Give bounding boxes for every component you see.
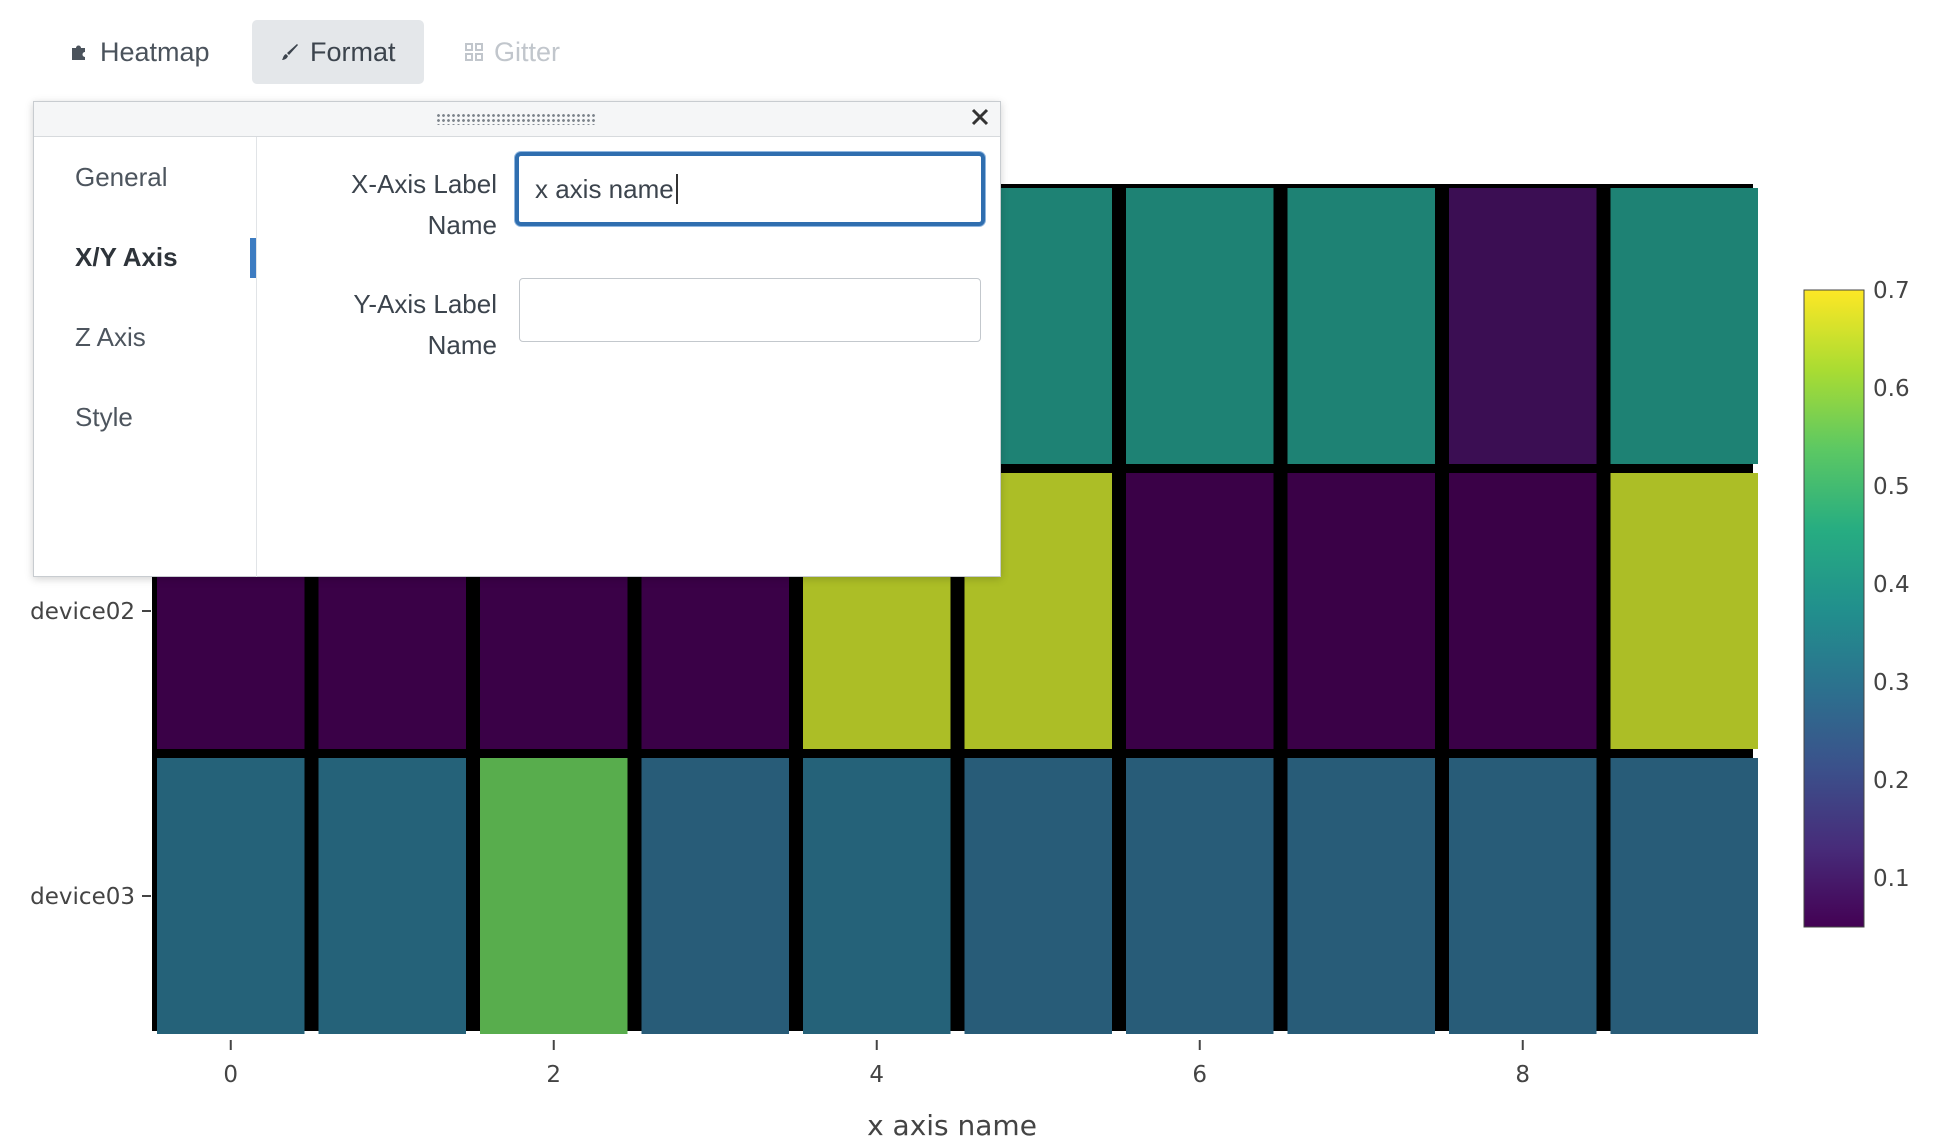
heatmap-cell: [318, 758, 466, 1034]
heatmap-cell: [1610, 758, 1758, 1034]
text-caret: [675, 174, 678, 204]
colorbar: [1803, 289, 1865, 928]
heatmap-cell: [157, 758, 305, 1034]
colorbar-tick-label: 0.7: [1873, 278, 1910, 304]
heatmap-cell: [1126, 473, 1274, 749]
heatmap-cell: [641, 758, 789, 1034]
x-axis-label-value: x axis name: [535, 173, 674, 204]
heatmap-cell: [1287, 473, 1435, 749]
x-axis-title: x axis name: [867, 1109, 1037, 1142]
x-tick-label: 8: [1515, 1062, 1530, 1088]
colorbar-tick-label: 0.1: [1873, 866, 1910, 892]
heatmap-cell: [1287, 758, 1435, 1034]
colorbar-tick-label: 0.5: [1873, 474, 1910, 500]
close-icon: [970, 107, 990, 132]
nav-active-indicator: [250, 238, 256, 278]
heatmap-cell: [1126, 758, 1274, 1034]
heatmap-cell: [1126, 188, 1274, 464]
nav-item-general[interactable]: General: [75, 162, 168, 193]
x-tick-label: 0: [223, 1062, 238, 1088]
heatmap-cell: [1287, 188, 1435, 464]
format-panel: General X/Y Axis Z Axis Style X-Axis Lab…: [33, 101, 1001, 577]
close-button[interactable]: [966, 105, 994, 133]
panel-header: [34, 102, 1000, 137]
x-tick-label: 6: [1192, 1062, 1207, 1088]
heatmap-cell: [480, 758, 628, 1034]
y-label-caption-line2: Name: [427, 330, 497, 360]
heatmap-cell: [1449, 758, 1597, 1034]
y-tick-label: device03: [30, 884, 135, 910]
nav-item-xy-axis[interactable]: X/Y Axis: [75, 242, 178, 273]
colorbar-tick-label: 0.6: [1873, 376, 1910, 402]
colorbar-tick-label: 0.2: [1873, 768, 1910, 794]
nav-item-style[interactable]: Style: [75, 402, 133, 433]
nav-item-z-axis[interactable]: Z Axis: [75, 322, 146, 353]
drag-handle[interactable]: [436, 113, 596, 125]
heatmap-cell: [803, 758, 951, 1034]
y-axis-ticks: device02 device03: [30, 599, 151, 910]
x-label-caption-line2: Name: [427, 210, 497, 240]
x-tick-label: 4: [869, 1062, 884, 1088]
y-label-caption-line1: Y-Axis Label: [353, 289, 497, 319]
x-label-caption-line1: X-Axis Label: [351, 169, 497, 199]
panel-nav: General X/Y Axis Z Axis Style: [34, 137, 257, 577]
y-axis-label-caption: Y-Axis Label Name: [287, 284, 497, 366]
x-axis-label-input[interactable]: x axis name: [515, 152, 985, 226]
colorbar-ticks: 0.1 0.2 0.3 0.4 0.5 0.6 0.7: [1873, 278, 1910, 892]
x-axis-ticks: 0 2 4 6 8: [223, 1040, 1530, 1088]
y-axis-label-input[interactable]: [519, 278, 981, 342]
heatmap-cell: [1449, 188, 1597, 464]
heatmap-cell: [1610, 473, 1758, 749]
y-tick-label: device02: [30, 599, 135, 625]
heatmap-cell: [1449, 473, 1597, 749]
x-tick-label: 2: [546, 1062, 561, 1088]
x-axis-label-caption: X-Axis Label Name: [287, 164, 497, 246]
colorbar-tick-label: 0.3: [1873, 670, 1910, 696]
colorbar-tick-label: 0.4: [1873, 572, 1910, 598]
heatmap-cell: [1610, 188, 1758, 464]
heatmap-cell: [964, 758, 1112, 1034]
